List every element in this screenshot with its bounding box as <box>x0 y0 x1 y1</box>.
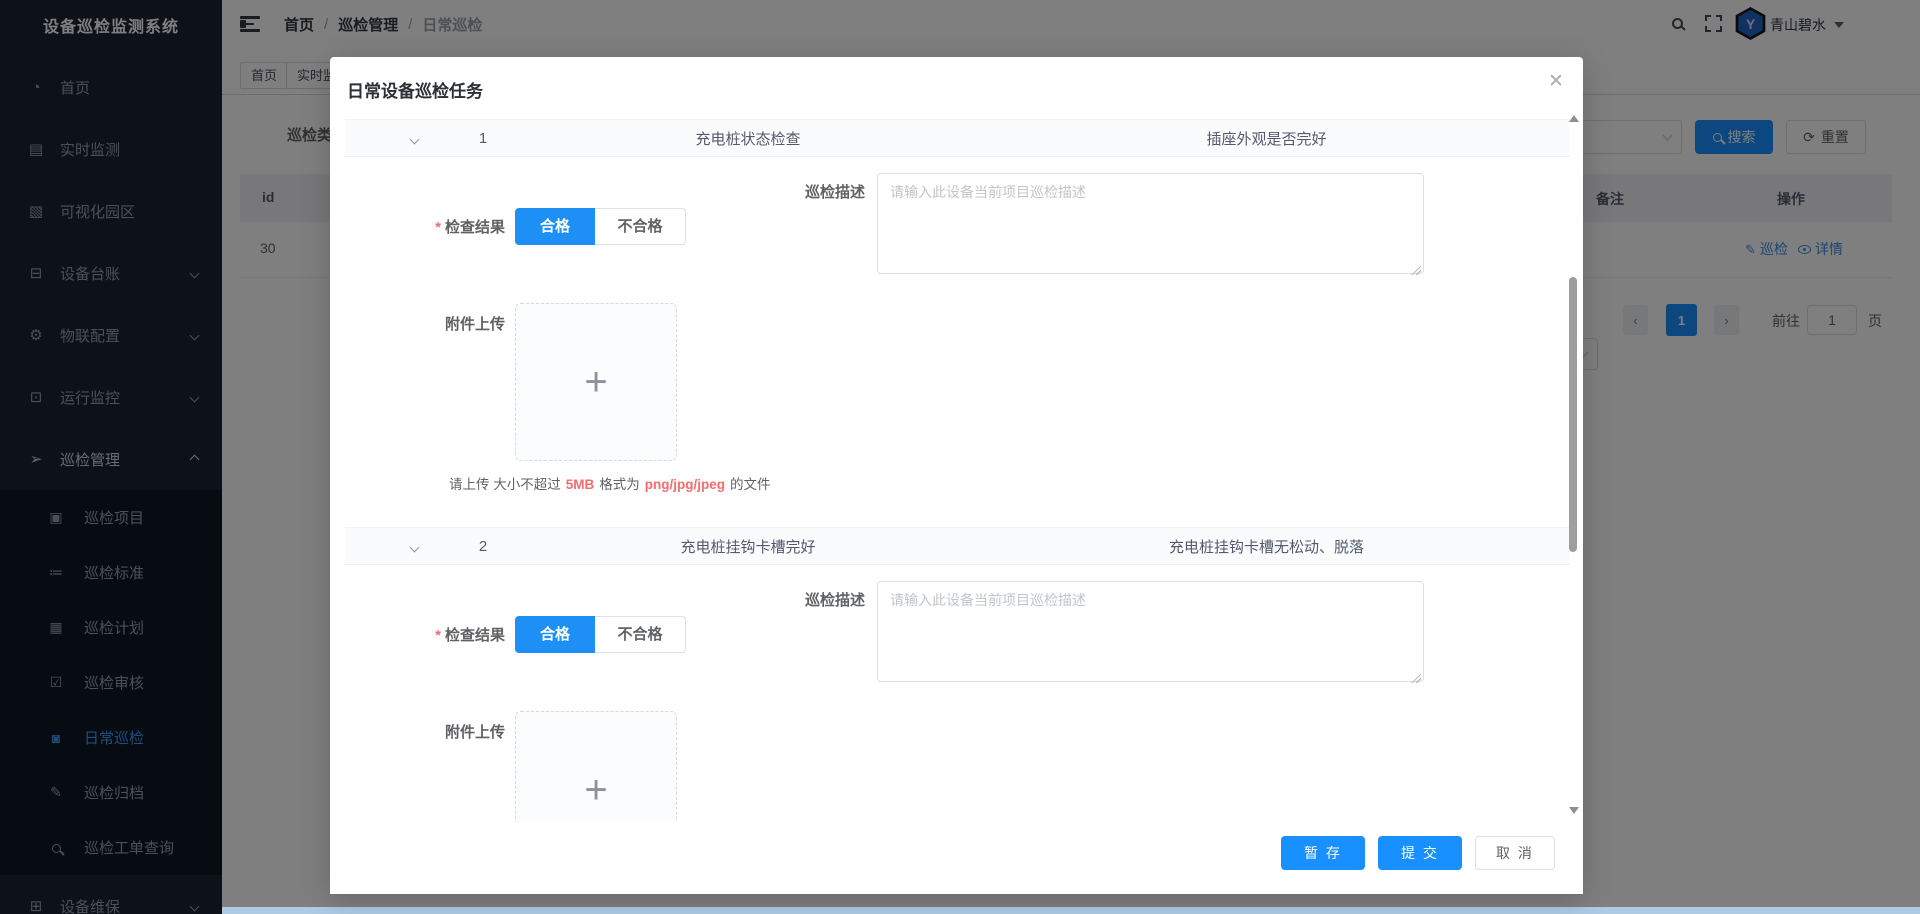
section-header[interactable]: 1 充电桩状态检查 插座外观是否完好 <box>345 119 1570 157</box>
modal-title: 日常设备巡检任务 <box>347 82 483 101</box>
section-header[interactable]: 2 充电桩挂钩卡槽完好 充电桩挂钩卡槽无松动、脱落 <box>345 527 1570 565</box>
upload-hint: 请上传 大小不超过5MB格式为png/jpg/jpeg的文件 <box>449 473 771 493</box>
submit-button[interactable]: 提 交 <box>1378 836 1462 870</box>
resize-handle-icon[interactable] <box>1410 672 1421 683</box>
modal-scrollbar <box>1568 107 1578 822</box>
inspection-section-1: 1 充电桩状态检查 插座外观是否完好 检查结果 合格 不合格 巡检描述 <box>345 119 1570 493</box>
desc-label: 巡检描述 <box>793 181 865 279</box>
section-item-name: 充电桩挂钩卡槽完好 <box>533 536 963 557</box>
section-index: 2 <box>433 538 533 555</box>
section-standard: 充电桩挂钩卡槽无松动、脱落 <box>963 536 1570 557</box>
scrollbar-thumb[interactable] <box>1569 277 1577 552</box>
result-label: 检查结果 <box>413 216 505 237</box>
plus-icon <box>584 770 607 810</box>
inspection-desc-textarea[interactable] <box>877 581 1424 682</box>
section-standard: 插座外观是否完好 <box>963 128 1570 149</box>
app-root: 设备巡检监测系统 首页 实时监测 可视化园区 设备台账 物联配置 运行监控 <box>0 0 1920 914</box>
upload-label: 附件上传 <box>413 313 505 493</box>
desc-label: 巡检描述 <box>793 589 865 687</box>
fail-button[interactable]: 不合格 <box>595 208 686 245</box>
result-label: 检查结果 <box>413 624 505 645</box>
modal-footer: 暂 存 提 交 取 消 <box>330 822 1583 894</box>
horizontal-scrollbar[interactable] <box>222 907 1920 914</box>
cancel-button[interactable]: 取 消 <box>1475 836 1555 870</box>
section-index: 1 <box>433 130 533 147</box>
daily-inspection-modal: 日常设备巡检任务 1 充电桩状态检查 插座外观是否完好 检查结果 合格 <box>330 57 1583 894</box>
plus-icon <box>584 362 607 402</box>
section-item-name: 充电桩状态检查 <box>533 128 963 149</box>
pass-button[interactable]: 合格 <box>515 208 595 245</box>
chevron-down-icon <box>410 542 420 552</box>
result-desc-row: 检查结果 合格 不合格 巡检描述 <box>345 565 1570 711</box>
pass-button[interactable]: 合格 <box>515 616 595 653</box>
scroll-up-icon[interactable] <box>1569 115 1579 122</box>
fail-button[interactable]: 不合格 <box>595 616 686 653</box>
scroll-down-icon[interactable] <box>1569 807 1579 814</box>
inspection-desc-textarea[interactable] <box>877 173 1424 274</box>
result-toggle: 合格 不合格 <box>515 616 686 653</box>
modal-header: 日常设备巡检任务 <box>330 57 1583 103</box>
save-draft-button[interactable]: 暂 存 <box>1281 836 1365 870</box>
upload-row: 附件上传 请上传 大小不超过5MB格式为png/jpg/jpeg的文件 <box>345 303 1570 493</box>
modal-body: 1 充电桩状态检查 插座外观是否完好 检查结果 合格 不合格 巡检描述 <box>345 103 1570 879</box>
chevron-down-icon <box>410 134 420 144</box>
upload-dropzone[interactable] <box>515 303 677 461</box>
close-icon[interactable] <box>1545 71 1567 93</box>
result-toggle: 合格 不合格 <box>515 208 686 245</box>
inspection-section-2: 2 充电桩挂钩卡槽完好 充电桩挂钩卡槽无松动、脱落 检查结果 合格 不合格 巡检… <box>345 527 1570 869</box>
result-desc-row: 检查结果 合格 不合格 巡检描述 <box>345 157 1570 303</box>
resize-handle-icon[interactable] <box>1410 264 1421 275</box>
